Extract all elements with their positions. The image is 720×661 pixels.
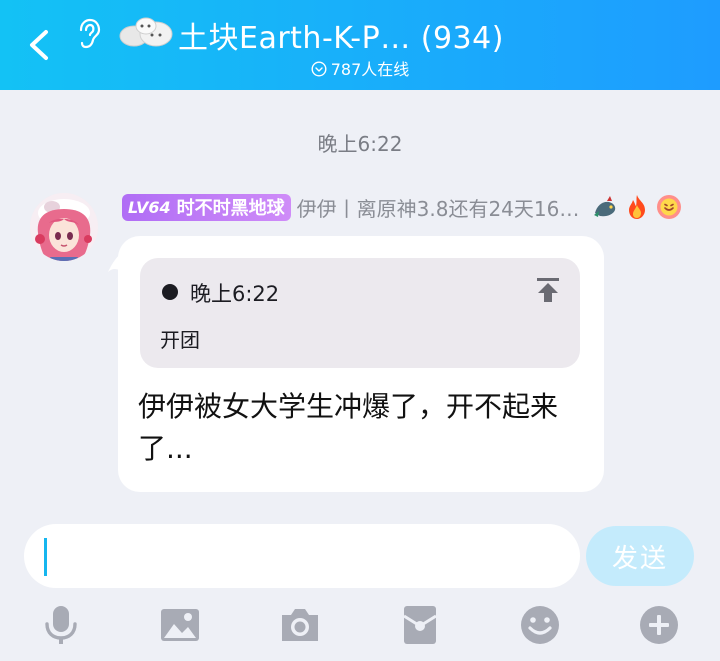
plus-icon[interactable]: [638, 604, 680, 646]
quote-dot-icon: [162, 284, 178, 300]
smile-medal-icon[interactable]: [655, 193, 683, 221]
level-label: LV64: [128, 197, 171, 217]
fire-medal-icon[interactable]: [623, 193, 651, 221]
message-input[interactable]: [24, 524, 580, 588]
medal-list: [591, 193, 683, 221]
red-packet-icon[interactable]: [399, 604, 441, 646]
sender-nickname[interactable]: 伊伊丨离原神3.8还有24天16…: [297, 193, 585, 222]
microphone-icon[interactable]: [40, 604, 82, 646]
group-title[interactable]: 土块Earth-K-P… (934): [178, 13, 504, 57]
ear-icon[interactable]: [76, 18, 102, 50]
image-icon[interactable]: [159, 604, 201, 646]
sender-info: LV64 时不时黑地球 伊伊丨离原神3.8还有24天16…: [122, 193, 683, 221]
member-count: (934): [420, 21, 504, 56]
anime-girl-avatar-icon: [30, 193, 98, 261]
pin-top-icon[interactable]: [534, 276, 562, 304]
quoted-message[interactable]: 晚上6:22 开团: [140, 258, 580, 368]
chat-header: 土块Earth-K-P… (934) 787人在线: [0, 0, 720, 90]
quote-time: 晚上6:22: [190, 282, 280, 306]
send-button[interactable]: 发送: [586, 526, 694, 586]
level-badge[interactable]: LV64 时不时黑地球: [122, 193, 291, 221]
title-badge: 时不时黑地球: [176, 198, 285, 219]
group-name: 土块Earth-K-P…: [178, 21, 411, 56]
time-separator: 晚上6:22: [317, 132, 403, 156]
quote-text: 开团: [160, 328, 200, 352]
online-status[interactable]: 787人在线: [0, 56, 720, 80]
text-caret: [44, 538, 47, 576]
group-avatar[interactable]: [116, 14, 178, 50]
online-count: 787人在线: [330, 60, 410, 79]
avatar[interactable]: [30, 193, 98, 261]
dragon-medal-icon[interactable]: [591, 193, 619, 221]
chevron-circle-icon: [311, 61, 327, 77]
message-text: 伊伊被女大学生冲爆了，开不起来了...: [138, 390, 559, 465]
camera-icon[interactable]: [279, 604, 321, 646]
emoji-icon[interactable]: [519, 604, 561, 646]
message-bubble[interactable]: 晚上6:22 开团 伊伊被女大学生冲爆了，开不起来了...: [118, 236, 604, 492]
